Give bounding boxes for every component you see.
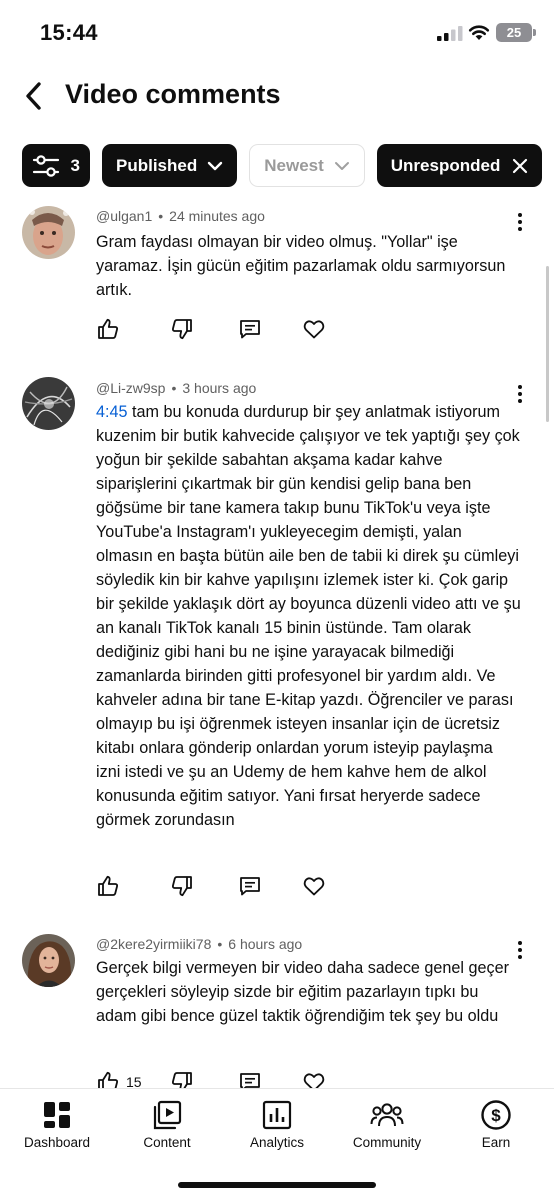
status-time: 15:44: [40, 20, 98, 45]
comment-time: 6 hours ago: [228, 936, 303, 952]
content-icon: [153, 1100, 182, 1130]
reply-button[interactable]: [238, 1069, 262, 1088]
dashboard-icon: [44, 1102, 70, 1128]
dislike-button[interactable]: [170, 316, 194, 342]
comment-item: @ulgan1 • 24 minutes ago Gram faydası olma…: [0, 204, 554, 354]
reply-button[interactable]: [238, 873, 262, 899]
analytics-icon: [262, 1100, 292, 1130]
comment-text: Gram faydası olmayan bir video olmuş. "Y…: [96, 230, 521, 302]
comment-text: 4:45 tam bu konuda durdurup bir şey anla…: [96, 400, 521, 832]
comment-actions: [96, 316, 356, 342]
heart-icon: [303, 320, 325, 339]
like-button[interactable]: [96, 316, 120, 342]
nav-label: Dashboard: [23, 1135, 91, 1150]
filter-chips-bar: 3 Published Newest Unresponded: [22, 144, 554, 188]
chevron-down-icon: [208, 161, 223, 170]
comment-body: Gerçek bilgi vermeyen bir video daha sad…: [96, 959, 510, 1025]
back-button[interactable]: [16, 78, 52, 114]
reply-icon: [240, 1073, 260, 1088]
sort-chip[interactable]: Newest: [249, 144, 365, 187]
comment-author[interactable]: @2kere2yirmiiki78: [96, 936, 211, 952]
scrollbar[interactable]: [546, 266, 549, 422]
nav-item-earn[interactable]: $ Earn: [441, 1099, 551, 1150]
comment-time: 24 minutes ago: [169, 208, 265, 224]
comment-item: @2kere2yirmiiki78 • 6 hours ago Gerçek bil…: [0, 932, 554, 1088]
unresponded-label: Unresponded: [390, 155, 501, 175]
comment-body: Gram faydası olmayan bir video olmuş. "Y…: [96, 233, 506, 299]
reply-button[interactable]: [238, 316, 262, 342]
thumbs-down-icon: [172, 319, 192, 340]
comment-author[interactable]: @ulgan1: [96, 208, 152, 224]
dislike-button[interactable]: [170, 1069, 194, 1088]
avatar[interactable]: [22, 206, 75, 259]
reply-icon: [240, 320, 260, 339]
avatar[interactable]: [22, 934, 75, 987]
header: Video comments: [0, 64, 554, 128]
status-bar: 15:44 25: [0, 0, 554, 64]
nav-label: Earn: [481, 1135, 511, 1150]
comment-author[interactable]: @Li-zw9sp: [96, 380, 165, 396]
comment-body: tam bu konuda durdurup bir şey anlatmak …: [96, 403, 521, 829]
nav-label: Analytics: [249, 1135, 305, 1150]
like-count: 15: [126, 1074, 142, 1088]
comment-meta: @ulgan1 • 24 minutes ago: [96, 208, 265, 224]
nav-label: Content: [143, 1135, 191, 1150]
svg-text:$: $: [491, 1106, 501, 1125]
nav-label: Community: [352, 1135, 422, 1150]
nav-item-dashboard[interactable]: Dashboard: [2, 1099, 112, 1150]
heart-icon: [303, 877, 325, 896]
published-chip[interactable]: Published: [102, 144, 238, 187]
comment-text: Gerçek bilgi vermeyen bir video daha sad…: [96, 956, 521, 1028]
heart-icon: [303, 1073, 325, 1088]
nav-item-content[interactable]: Content: [112, 1099, 222, 1150]
earn-icon: $: [481, 1100, 511, 1130]
wifi-icon: [468, 25, 490, 40]
filter-settings-chip[interactable]: 3: [22, 144, 90, 187]
nav-item-community[interactable]: Community: [332, 1099, 442, 1150]
chevron-down-icon: [334, 161, 349, 170]
thumbs-down-icon: [172, 1072, 192, 1088]
comment-time: 3 hours ago: [182, 380, 257, 396]
heart-button[interactable]: [302, 1069, 326, 1088]
video-timestamp-link[interactable]: 4:45: [96, 403, 128, 421]
battery-indicator: 25: [496, 23, 536, 42]
thumbs-up-icon: [98, 1071, 118, 1088]
comment-meta: @2kere2yirmiiki78 • 6 hours ago: [96, 936, 303, 952]
reply-icon: [240, 877, 260, 896]
comment-actions: [96, 873, 356, 899]
heart-button[interactable]: [302, 873, 326, 899]
sort-label: Newest: [264, 155, 324, 175]
back-arrow-icon: [26, 82, 41, 110]
video-comments-screen: 15:44 25 Video comments 3 Published Newe…: [0, 0, 554, 1199]
thumbs-down-icon: [172, 876, 192, 897]
published-label: Published: [116, 155, 198, 175]
avatar[interactable]: [22, 377, 75, 430]
like-button[interactable]: 15: [96, 1069, 142, 1088]
home-indicator: [178, 1182, 376, 1188]
like-button[interactable]: [96, 873, 120, 899]
heart-button[interactable]: [302, 316, 326, 342]
page-title: Video comments: [65, 79, 281, 109]
comment-meta: @Li-zw9sp • 3 hours ago: [96, 380, 257, 396]
community-icon: [370, 1103, 404, 1127]
comment-item: @Li-zw9sp • 3 hours ago 4:45 tam bu konuda…: [0, 376, 554, 906]
close-icon[interactable]: [512, 158, 528, 174]
sliders-icon: [32, 154, 60, 177]
cellular-signal-icon: [437, 26, 463, 41]
filter-count: 3: [70, 155, 80, 175]
unresponded-chip[interactable]: Unresponded: [376, 144, 543, 187]
thumbs-up-icon: [98, 318, 118, 339]
comment-actions: 15: [96, 1069, 356, 1088]
dislike-button[interactable]: [170, 873, 194, 899]
thumbs-up-icon: [98, 875, 118, 896]
nav-item-analytics[interactable]: Analytics: [222, 1099, 332, 1150]
